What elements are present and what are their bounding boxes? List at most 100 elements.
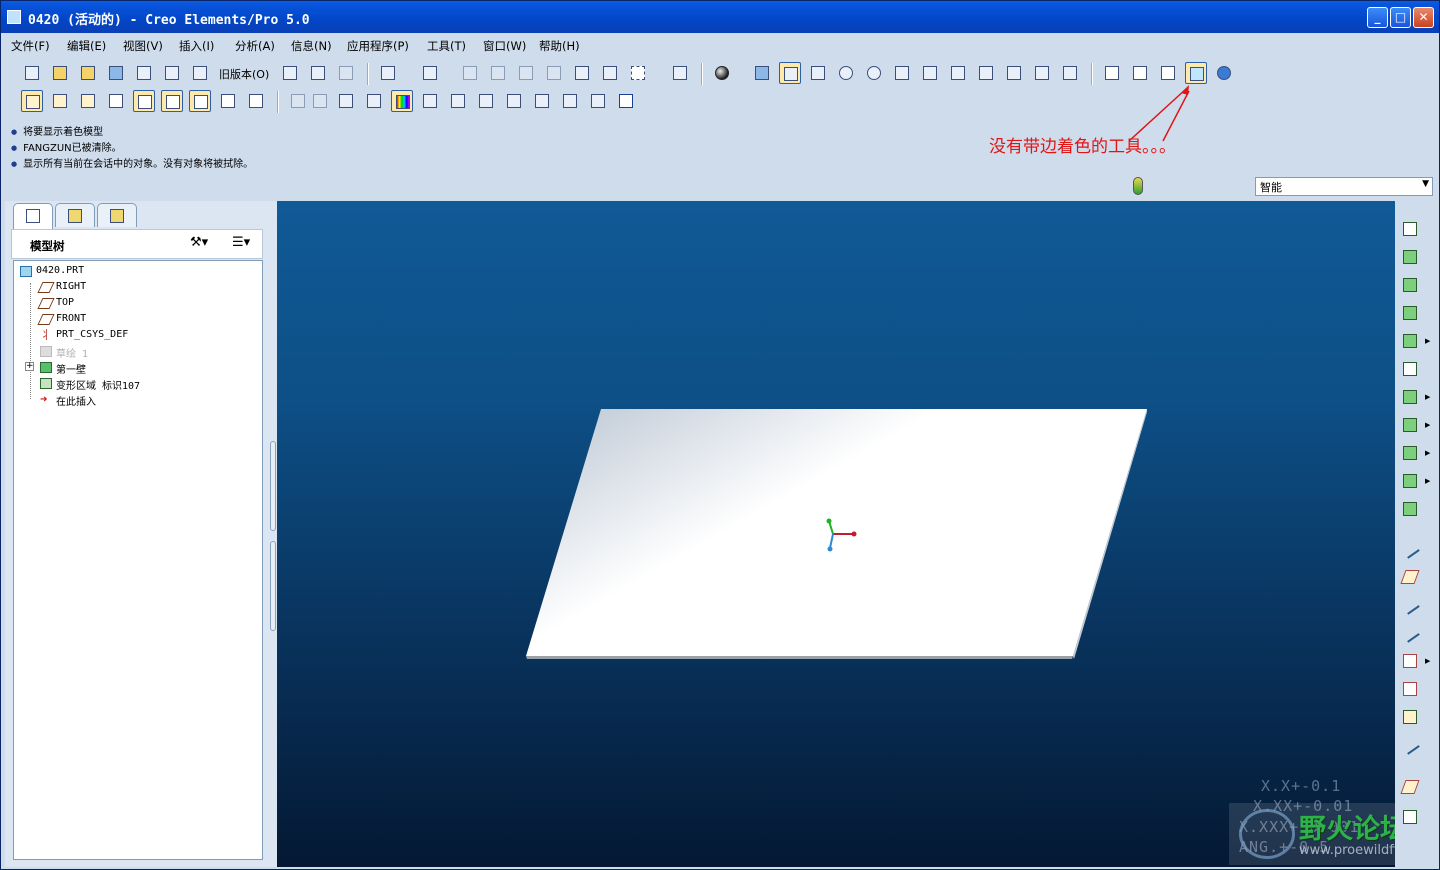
- hide-icon[interactable]: [287, 90, 309, 112]
- enhanced-realism-icon[interactable]: [1213, 62, 1235, 84]
- copy-icon[interactable]: [487, 62, 509, 84]
- analysis-feature-icon[interactable]: [1398, 705, 1422, 729]
- view-manager-icon[interactable]: [751, 62, 773, 84]
- menu-tools[interactable]: 工具(T): [427, 38, 466, 54]
- csys-display-icon[interactable]: [217, 90, 239, 112]
- splitter-grip[interactable]: [270, 441, 276, 531]
- zoom-in-icon[interactable]: [835, 62, 857, 84]
- save-icon[interactable]: [105, 62, 127, 84]
- redo-icon[interactable]: [419, 62, 441, 84]
- extra-tool-icon[interactable]: [1398, 805, 1422, 829]
- datum-point-tag-icon[interactable]: [189, 90, 211, 112]
- undo-icon[interactable]: [377, 62, 399, 84]
- send-link-icon[interactable]: [335, 62, 357, 84]
- rename-icon[interactable]: [189, 62, 211, 84]
- menu-view[interactable]: 视图(V): [123, 38, 163, 54]
- tree-item-part[interactable]: 0420.PRT: [20, 265, 84, 277]
- tree-item-flat-wall[interactable]: 第一壁: [40, 361, 86, 376]
- print-icon[interactable]: [279, 62, 301, 84]
- find-icon[interactable]: [599, 62, 621, 84]
- tab-favorites[interactable]: [97, 203, 137, 227]
- color-map-icon[interactable]: [391, 90, 413, 112]
- appearance-icon[interactable]: [1003, 62, 1025, 84]
- sheet-metal-plate[interactable]: [277, 201, 1395, 867]
- saved-views-icon[interactable]: [947, 62, 969, 84]
- regen-manager-icon[interactable]: [669, 62, 691, 84]
- old-version-button[interactable]: 旧版本(O): [219, 66, 269, 82]
- mass-props-icon[interactable]: [531, 90, 553, 112]
- sketch-tool-icon[interactable]: [1398, 775, 1422, 799]
- bend-back-icon[interactable]: [1398, 469, 1422, 493]
- menu-window[interactable]: 窗口(W): [483, 38, 526, 54]
- expand-icon[interactable]: +: [25, 362, 34, 371]
- unbend-icon[interactable]: [1398, 441, 1422, 465]
- datum-axis-tag-icon[interactable]: [133, 90, 155, 112]
- tree-item-right[interactable]: RIGHT: [37, 281, 86, 293]
- menu-applications[interactable]: 应用程序(P): [347, 38, 409, 54]
- menu-file[interactable]: 文件(F): [11, 38, 50, 54]
- extend-wall-icon[interactable]: [1398, 357, 1422, 381]
- backup-icon[interactable]: [161, 62, 183, 84]
- extrude-wall-icon[interactable]: [1398, 273, 1422, 297]
- menu-help[interactable]: 帮助(H): [539, 38, 580, 54]
- datum-axis-display-icon[interactable]: [105, 90, 127, 112]
- menu-info[interactable]: 信息(N): [291, 38, 332, 54]
- measure-angle-icon[interactable]: [475, 90, 497, 112]
- display-style-icon[interactable]: [711, 62, 733, 84]
- selection-filter-dropdown[interactable]: 智能 ▼: [1255, 177, 1433, 196]
- menu-analysis[interactable]: 分析(A): [235, 38, 275, 54]
- close-button[interactable]: ✕: [1413, 7, 1434, 28]
- check-icon[interactable]: [335, 90, 357, 112]
- open-file-icon[interactable]: [49, 62, 71, 84]
- spin-center-icon[interactable]: [807, 62, 829, 84]
- datum-plane-display-icon[interactable]: [21, 90, 43, 112]
- select-box-icon[interactable]: [627, 62, 649, 84]
- context-help-icon[interactable]: [615, 90, 637, 112]
- title-bar[interactable]: 0420 (活动的) - Creo Elements/Pro 5.0 _ □ ✕: [1, 1, 1439, 33]
- minimize-button[interactable]: _: [1367, 7, 1388, 28]
- maximize-button[interactable]: □: [1390, 7, 1411, 28]
- zoom-out-icon[interactable]: [863, 62, 885, 84]
- unhide-icon[interactable]: [309, 90, 331, 112]
- save-copy-icon[interactable]: [133, 62, 155, 84]
- paste-icon[interactable]: [515, 62, 537, 84]
- layer-tree-icon[interactable]: [1031, 62, 1053, 84]
- measure-length-icon[interactable]: [447, 90, 469, 112]
- graphics-window[interactable]: X.X+-0.1 X.XX+-0.01 X.XXX+-0.001 ANG.+-0…: [277, 201, 1395, 867]
- menu-edit[interactable]: 编辑(E): [67, 38, 106, 54]
- bend-icon[interactable]: [1398, 413, 1422, 437]
- tree-item-csys[interactable]: ⺦ PRT_CSYS_DEF: [40, 329, 128, 341]
- splitter-grip[interactable]: [270, 541, 276, 631]
- reorient-icon[interactable]: [919, 62, 941, 84]
- tab-model-tree[interactable]: [13, 203, 53, 229]
- flat-wall-tool-icon[interactable]: [1398, 217, 1422, 241]
- tab-folder-browser[interactable]: [55, 203, 95, 227]
- datum-plane-tag-icon[interactable]: [49, 90, 71, 112]
- tree-settings-hammer-icon[interactable]: ⚒▾: [190, 235, 220, 255]
- new-file-icon[interactable]: [21, 62, 43, 84]
- measure-area-icon[interactable]: [503, 90, 525, 112]
- paste-special-icon[interactable]: [543, 62, 565, 84]
- csys-tag-icon[interactable]: [245, 90, 267, 112]
- layers-icon[interactable]: [975, 62, 997, 84]
- select-working-dir-icon[interactable]: [77, 62, 99, 84]
- flange-wall-icon[interactable]: [1398, 245, 1422, 269]
- datum-plane-tool-icon[interactable]: [1398, 565, 1422, 589]
- regenerate-icon[interactable]: [571, 62, 593, 84]
- tree-item-deform-area[interactable]: 变形区域 标识107: [40, 377, 140, 392]
- tree-item-sketch[interactable]: 草绘 1: [40, 345, 88, 360]
- model-setup-icon[interactable]: [1059, 62, 1081, 84]
- cancel-x-icon[interactable]: [363, 90, 385, 112]
- tree-show-list-icon[interactable]: ☰▾: [232, 235, 262, 255]
- datum-curve-icon[interactable]: [1398, 537, 1422, 561]
- revolve-wall-icon[interactable]: [1398, 301, 1422, 325]
- orient-mode-icon[interactable]: [779, 62, 801, 84]
- measure-distance-icon[interactable]: [419, 90, 441, 112]
- edge-chain-icon[interactable]: [1398, 733, 1422, 757]
- refit-icon[interactable]: [891, 62, 913, 84]
- datum-axis-tool-icon[interactable]: [1398, 593, 1422, 617]
- panel-splitter[interactable]: [269, 201, 277, 867]
- send-mail-icon[interactable]: [307, 62, 329, 84]
- sketch-curve-icon[interactable]: [1398, 621, 1422, 645]
- x-section-icon[interactable]: [559, 90, 581, 112]
